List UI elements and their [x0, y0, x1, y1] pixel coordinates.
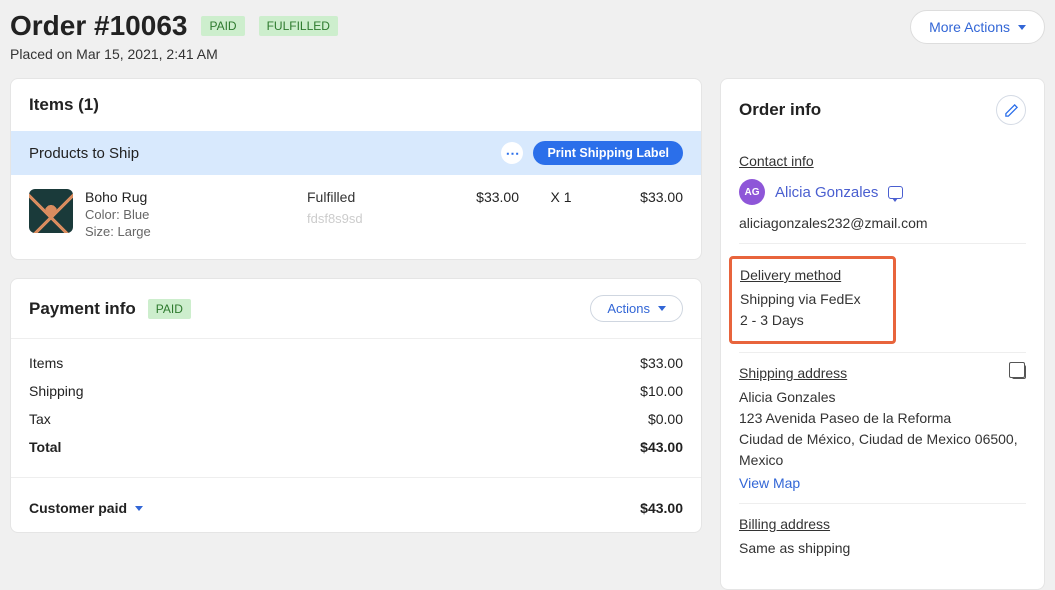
customer-paid-toggle[interactable]: Customer paid — [29, 500, 143, 516]
payment-row-items: Items $33.00 — [29, 349, 683, 377]
item-status-text: Fulfilled — [307, 189, 427, 205]
pencil-icon — [1004, 103, 1019, 118]
title-line: Order #10063 PAID FULFILLED — [10, 10, 338, 42]
right-column: Order info Contact info AG Alicia Gonzal… — [720, 78, 1045, 590]
products-to-ship-bar: Products to Ship ⋯ Print Shipping Label — [11, 131, 701, 175]
payment-items-label: Items — [29, 355, 63, 371]
ship-addr-line-2: Ciudad de México, Ciudad de Mexico 06500… — [739, 429, 1026, 471]
avatar[interactable]: AG — [739, 179, 765, 205]
item-sku: fdsf8s9sd — [307, 211, 427, 226]
items-card: Items (1) Products to Ship ⋯ Print Shipp… — [10, 78, 702, 260]
payment-actions-button[interactable]: Actions — [590, 295, 683, 322]
items-title: Items (1) — [29, 95, 99, 115]
item-status: Fulfilled fdsf8s9sd — [307, 189, 427, 226]
payment-row-total: Total $43.00 — [29, 433, 683, 461]
page-header: Order #10063 PAID FULFILLED Placed on Ma… — [10, 10, 1045, 62]
main-columns: Items (1) Products to Ship ⋯ Print Shipp… — [10, 78, 1045, 590]
order-item-row: Boho Rug Color: Blue Size: Large Fulfill… — [11, 175, 701, 259]
page-title: Order #10063 — [10, 10, 187, 42]
item-name: Boho Rug — [85, 189, 295, 205]
shipping-address-label: Shipping address — [739, 365, 847, 381]
item-quantity: X 1 — [531, 189, 591, 205]
delivery-line-2: 2 - 3 Days — [740, 310, 883, 331]
delivery-line-1: Shipping via FedEx — [740, 289, 883, 310]
print-shipping-label-button[interactable]: Print Shipping Label — [533, 141, 683, 165]
payment-total-label: Total — [29, 439, 61, 455]
left-column: Items (1) Products to Ship ⋯ Print Shipp… — [10, 78, 702, 533]
item-description: Boho Rug Color: Blue Size: Large — [85, 189, 295, 239]
contact-email: aliciagonzales232@zmail.com — [739, 215, 1026, 231]
view-map-link[interactable]: View Map — [739, 475, 800, 491]
payment-tax-label: Tax — [29, 411, 51, 427]
payment-breakdown: Items $33.00 Shipping $10.00 Tax $0.00 T… — [11, 345, 701, 471]
header-left: Order #10063 PAID FULFILLED Placed on Ma… — [10, 10, 338, 62]
ellipsis-icon: ⋯ — [505, 145, 519, 162]
item-unit-price: $33.00 — [439, 189, 519, 205]
payment-shipping-label: Shipping — [29, 383, 84, 399]
order-page: Order #10063 PAID FULFILLED Placed on Ma… — [0, 0, 1055, 576]
more-dots-button[interactable]: ⋯ — [501, 142, 523, 164]
payment-items-value: $33.00 — [640, 355, 683, 371]
order-info-card: Order info Contact info AG Alicia Gonzal… — [720, 78, 1045, 590]
contact-info-section: Contact info AG Alicia Gonzales aliciago… — [739, 141, 1026, 243]
ship-bar-label: Products to Ship — [29, 145, 139, 162]
shipping-address-head: Shipping address — [739, 365, 1026, 387]
delivery-method-highlight: Delivery method Shipping via FedEx 2 - 3… — [729, 256, 896, 344]
order-info-header: Order info — [721, 79, 1044, 141]
payment-actions-label: Actions — [607, 301, 650, 316]
placed-on-text: Placed on Mar 15, 2021, 2:41 AM — [10, 46, 338, 62]
payment-title-group: Payment info PAID — [29, 299, 191, 319]
items-card-header: Items (1) — [11, 79, 701, 131]
contact-info-label: Contact info — [739, 153, 814, 169]
delivery-method-label: Delivery method — [740, 267, 841, 283]
divider — [11, 338, 701, 339]
payment-row-tax: Tax $0.00 — [29, 405, 683, 433]
item-size: Size: Large — [85, 224, 295, 239]
copy-icon[interactable] — [1012, 365, 1026, 379]
item-line-total: $33.00 — [603, 189, 683, 205]
billing-address-section: Billing address Same as shipping — [739, 503, 1026, 571]
chevron-down-icon — [658, 306, 666, 311]
billing-text: Same as shipping — [739, 538, 1026, 559]
payment-card: Payment info PAID Actions Items $33.00 — [10, 278, 702, 533]
chevron-down-icon — [1018, 25, 1026, 30]
product-thumbnail[interactable] — [29, 189, 73, 233]
more-actions-button[interactable]: More Actions — [910, 10, 1045, 44]
edit-order-info-button[interactable] — [996, 95, 1026, 125]
more-actions-label: More Actions — [929, 19, 1010, 35]
status-badge-fulfilled: FULFILLED — [259, 16, 338, 36]
payment-tax-value: $0.00 — [648, 411, 683, 427]
payment-total-value: $43.00 — [640, 439, 683, 455]
chevron-down-icon — [135, 506, 143, 511]
shipping-address-section: Shipping address Alicia Gonzales 123 Ave… — [739, 352, 1026, 503]
item-color: Color: Blue — [85, 207, 295, 222]
customer-paid-row: Customer paid $43.00 — [11, 484, 701, 532]
ship-name: Alicia Gonzales — [739, 387, 1026, 408]
customer-paid-label: Customer paid — [29, 500, 127, 516]
order-info-body: Contact info AG Alicia Gonzales aliciago… — [721, 141, 1044, 589]
contact-name-link[interactable]: Alicia Gonzales — [775, 184, 878, 201]
payment-title: Payment info — [29, 299, 136, 319]
contact-row: AG Alicia Gonzales — [739, 179, 1026, 205]
billing-address-label: Billing address — [739, 516, 830, 532]
delivery-method-section: Delivery method Shipping via FedEx 2 - 3… — [739, 243, 1026, 352]
payment-badge-paid: PAID — [148, 299, 191, 319]
customer-paid-value: $43.00 — [640, 500, 683, 516]
payment-shipping-value: $10.00 — [640, 383, 683, 399]
divider — [11, 477, 701, 478]
chat-icon[interactable] — [888, 186, 903, 199]
status-badge-paid: PAID — [201, 16, 244, 36]
payment-row-shipping: Shipping $10.00 — [29, 377, 683, 405]
ship-bar-actions: ⋯ Print Shipping Label — [501, 141, 683, 165]
ship-addr-line-1: 123 Avenida Paseo de la Reforma — [739, 408, 1026, 429]
payment-header: Payment info PAID Actions — [11, 279, 701, 332]
order-info-title: Order info — [739, 100, 821, 120]
